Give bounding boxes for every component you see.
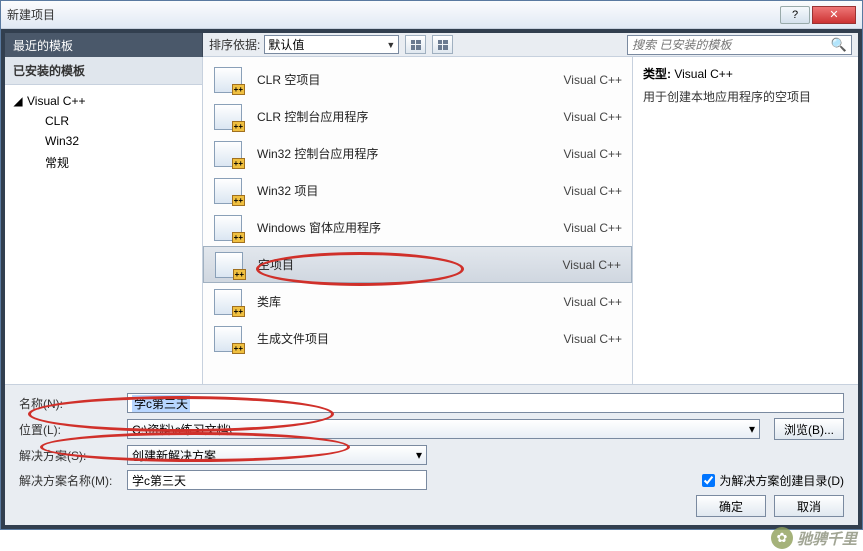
view-small-icon[interactable]	[405, 35, 426, 54]
solution-row: 解决方案(S): 创建新解决方案 ▾	[19, 445, 844, 465]
new-project-dialog: 新建项目 ? ✕ 最近的模板 排序依据: 默认值 ▼	[0, 0, 863, 530]
template-name: Win32 控制台应用程序	[257, 145, 564, 162]
content-area: 最近的模板 排序依据: 默认值 ▼ 🔍 已安	[1, 29, 862, 529]
solname-row: 解决方案名称(M): 学c第三天 为解决方案创建目录(D)	[19, 470, 844, 490]
chevron-down-icon: ▼	[386, 40, 395, 50]
dialog-buttons: 确定 取消	[19, 495, 844, 517]
solname-input[interactable]: 学c第三天	[127, 470, 427, 490]
template-item[interactable]: 生成文件项目Visual C++	[203, 320, 632, 357]
template-lang: Visual C++	[564, 73, 622, 87]
name-value: 学c第三天	[132, 395, 190, 412]
type-label: 类型:	[643, 67, 671, 81]
watermark-text: 驰骋千里	[797, 528, 857, 549]
help-button[interactable]: ?	[780, 6, 810, 24]
name-row: 名称(N): 学c第三天	[19, 393, 844, 413]
solution-label: 解决方案(S):	[19, 447, 119, 464]
template-item[interactable]: Windows 窗体应用程序Visual C++	[203, 209, 632, 246]
search-box[interactable]: 🔍	[627, 35, 852, 55]
window-title: 新建项目	[7, 6, 778, 23]
template-lang: Visual C++	[564, 147, 622, 161]
template-icon	[213, 66, 243, 94]
template-list: CLR 空项目Visual C++CLR 控制台应用程序Visual C++Wi…	[203, 57, 633, 384]
sort-label: 排序依据:	[209, 36, 260, 53]
browse-button[interactable]: 浏览(B)...	[774, 418, 844, 440]
details-pane: 类型: Visual C++ 用于创建本地应用程序的空项目	[633, 57, 858, 384]
template-lang: Visual C++	[564, 184, 622, 198]
header-row: 最近的模板 排序依据: 默认值 ▼ 🔍	[5, 33, 858, 57]
template-tree: ◢ Visual C++ CLR Win32 常规	[5, 85, 202, 180]
sort-dropdown[interactable]: 默认值 ▼	[264, 35, 399, 54]
template-name: 类库	[257, 293, 564, 310]
tree-item-win32[interactable]: Win32	[9, 131, 198, 151]
type-line: 类型: Visual C++	[643, 65, 848, 82]
template-name: 生成文件项目	[257, 330, 564, 347]
solution-value: 创建新解决方案	[132, 447, 216, 464]
template-icon	[213, 288, 243, 316]
template-icon	[213, 140, 243, 168]
template-item[interactable]: Win32 项目Visual C++	[203, 172, 632, 209]
template-name: Windows 窗体应用程序	[257, 219, 564, 236]
tree-expand-icon[interactable]: ◢	[13, 96, 23, 106]
solname-label: 解决方案名称(M):	[19, 472, 119, 489]
createdir-label: 为解决方案创建目录(D)	[719, 472, 844, 489]
chevron-down-icon: ▾	[416, 448, 422, 462]
watermark-icon: ✿	[771, 527, 793, 549]
solution-dropdown[interactable]: 创建新解决方案 ▾	[127, 445, 427, 465]
template-icon	[213, 325, 243, 353]
sort-value: 默认值	[268, 36, 304, 53]
recent-templates-header[interactable]: 最近的模板	[5, 33, 203, 57]
tree-item-general[interactable]: 常规	[9, 151, 198, 174]
template-lang: Visual C++	[564, 295, 622, 309]
template-lang: Visual C++	[563, 258, 621, 272]
template-item[interactable]: CLR 控制台应用程序Visual C++	[203, 98, 632, 135]
chevron-down-icon: ▾	[749, 422, 755, 436]
template-name: 空项目	[258, 256, 563, 273]
location-row: 位置(L): C:\资料\c练习文档\ ▾ 浏览(B)...	[19, 418, 844, 440]
titlebar: 新建项目 ? ✕	[1, 1, 862, 29]
close-button[interactable]: ✕	[812, 6, 856, 24]
name-label: 名称(N):	[19, 395, 119, 412]
body-row: 已安装的模板 ◢ Visual C++ CLR Win32 常规 CLR 空项目…	[5, 57, 858, 384]
tree-item-label: Visual C++	[27, 94, 85, 108]
template-description: 用于创建本地应用程序的空项目	[643, 88, 848, 106]
tree-item-clr[interactable]: CLR	[9, 111, 198, 131]
view-large-icon[interactable]	[432, 35, 453, 54]
bottom-panel: 名称(N): 学c第三天 位置(L): C:\资料\c练习文档\ ▾ 浏览(B)…	[5, 384, 858, 525]
template-icon	[214, 251, 244, 279]
template-lang: Visual C++	[564, 221, 622, 235]
search-icon[interactable]: 🔍	[831, 37, 847, 53]
cancel-button[interactable]: 取消	[774, 495, 844, 517]
template-name: CLR 空项目	[257, 71, 564, 88]
template-name: CLR 控制台应用程序	[257, 108, 564, 125]
template-lang: Visual C++	[564, 110, 622, 124]
template-name: Win32 项目	[257, 182, 564, 199]
window-buttons: ? ✕	[778, 6, 856, 24]
template-icon	[213, 177, 243, 205]
location-dropdown[interactable]: C:\资料\c练习文档\ ▾	[127, 419, 760, 439]
template-lang: Visual C++	[564, 332, 622, 346]
installed-templates-header[interactable]: 已安装的模板	[5, 57, 202, 85]
search-input[interactable]	[632, 38, 831, 52]
template-item[interactable]: Win32 控制台应用程序Visual C++	[203, 135, 632, 172]
template-item[interactable]: 类库Visual C++	[203, 283, 632, 320]
name-input[interactable]: 学c第三天	[127, 393, 844, 413]
main-panel: 最近的模板 排序依据: 默认值 ▼ 🔍 已安	[5, 33, 858, 525]
watermark: ✿ 驰骋千里	[771, 527, 857, 549]
createdir-row: 为解决方案创建目录(D)	[702, 472, 844, 489]
template-icon	[213, 214, 243, 242]
template-item[interactable]: CLR 空项目Visual C++	[203, 61, 632, 98]
sort-bar: 排序依据: 默认值 ▼ 🔍	[203, 33, 858, 57]
createdir-checkbox[interactable]	[702, 474, 715, 487]
template-icon	[213, 103, 243, 131]
location-value: C:\资料\c练习文档\	[132, 421, 232, 438]
location-label: 位置(L):	[19, 421, 119, 438]
left-column: 已安装的模板 ◢ Visual C++ CLR Win32 常规	[5, 57, 203, 384]
template-item[interactable]: 空项目Visual C++	[203, 246, 632, 283]
ok-button[interactable]: 确定	[696, 495, 766, 517]
tree-item-visual-cpp[interactable]: ◢ Visual C++	[9, 91, 198, 111]
type-value: Visual C++	[674, 67, 732, 81]
solname-value: 学c第三天	[132, 472, 186, 489]
